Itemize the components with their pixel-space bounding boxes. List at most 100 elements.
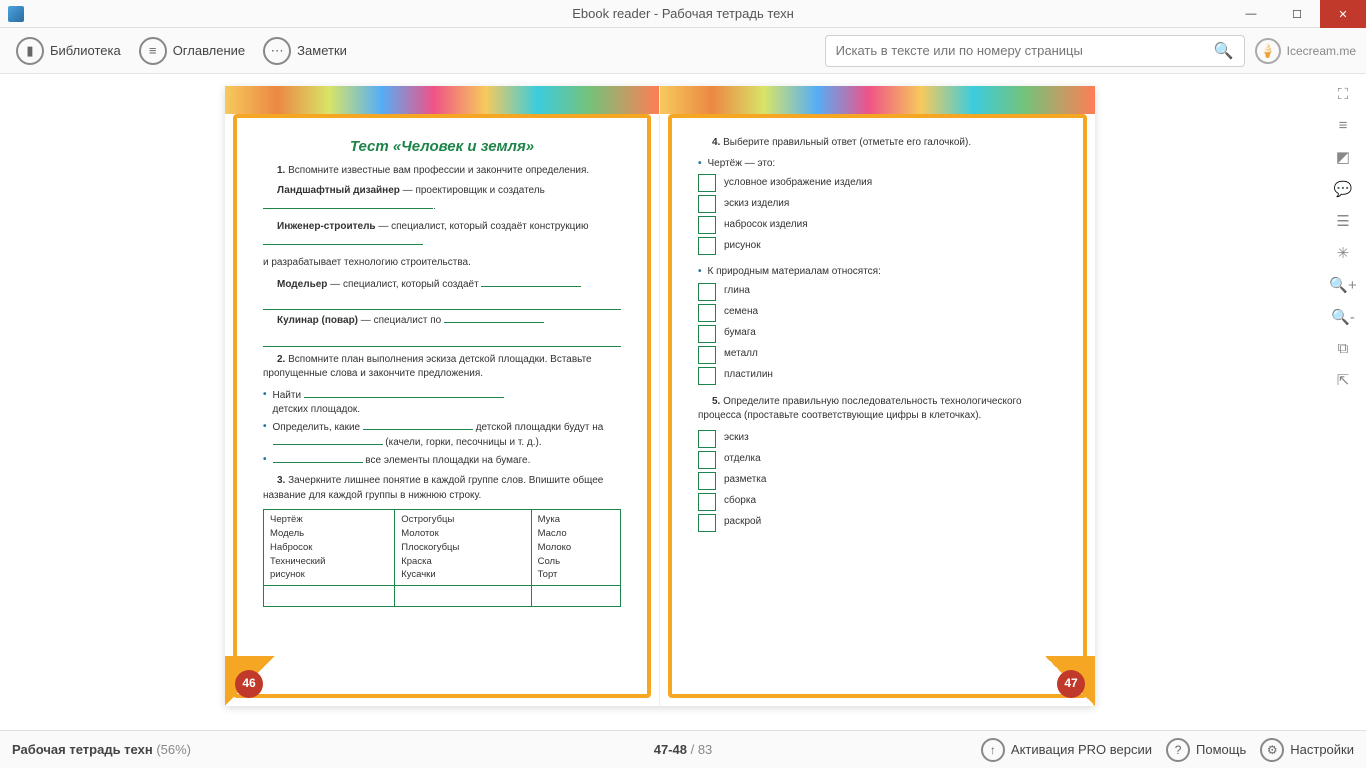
table-cell [531, 586, 620, 607]
notes-label: Заметки [297, 43, 347, 58]
lines-icon[interactable]: ☰ [1336, 212, 1349, 230]
search-box[interactable]: 🔍 [825, 35, 1245, 67]
side-toolbar: ⛶ ≡ ◩ 💬 ☰ ✳ 🔍+ 🔍- ⧉ ⇱ [1320, 74, 1366, 730]
blank-line [263, 298, 621, 310]
checkbox-row: разметка [698, 472, 1057, 490]
checkbox[interactable] [698, 493, 716, 511]
gear-icon: ⚙ [1260, 738, 1284, 762]
checkbox[interactable] [698, 216, 716, 234]
page-number-right: 47 [1057, 670, 1085, 698]
app-icon [8, 6, 24, 22]
checkbox-row: бумага [698, 325, 1057, 343]
page-left: 46 Тест «Человек и земля» 1. Вспомните и… [225, 86, 660, 706]
close-button[interactable]: ✕ [1320, 0, 1366, 28]
help-button[interactable]: ?Помощь [1166, 738, 1246, 762]
q2-bullet-2: •Определить, какие детской площадки буду… [263, 420, 621, 451]
library-button[interactable]: ▮ Библиотека [10, 33, 127, 69]
q1-a: Ландшафтный дизайнер — проектировщик и с… [263, 184, 621, 214]
checkbox-row: сборка [698, 493, 1057, 511]
checkbox-row: раскрой [698, 514, 1057, 532]
contents-label: Оглавление [173, 43, 245, 58]
checkbox[interactable] [698, 325, 716, 343]
book-icon: ▮ [16, 37, 44, 65]
q1-b2: и разрабатывает технологию строительства… [263, 256, 621, 271]
search-input[interactable] [836, 43, 1214, 58]
checkbox[interactable] [698, 346, 716, 364]
toc-icon[interactable]: ≡ [1339, 117, 1348, 134]
notes-button[interactable]: ⋯ Заметки [257, 33, 353, 69]
minimize-button[interactable]: — [1228, 0, 1274, 28]
checkbox-row: отделка [698, 451, 1057, 469]
checkbox-row: семена [698, 304, 1057, 322]
table-cell: ОстрогубцыМолотокПлоскогубцыКраскаКусачк… [395, 510, 531, 586]
checkbox[interactable] [698, 430, 716, 448]
statusbar: Рабочая тетрадь техн (56%) 47-48 / 83 ↑А… [0, 730, 1366, 768]
activation-button[interactable]: ↑Активация PRO версии [981, 738, 1152, 762]
checkbox[interactable] [698, 451, 716, 469]
q1-c: Модельер — специалист, который создаёт [263, 277, 621, 293]
settings-button[interactable]: ⚙Настройки [1260, 738, 1354, 762]
brand-link[interactable]: 🍦 Icecream.me [1255, 38, 1356, 64]
checkbox-row: набросок изделия [698, 216, 1057, 234]
table-cell [395, 586, 531, 607]
comment-icon[interactable]: 💬 [1334, 180, 1353, 198]
q1-intro: 1. Вспомните известные вам профессии и з… [263, 164, 621, 179]
checkbox[interactable] [698, 367, 716, 385]
brand-label: Icecream.me [1287, 44, 1356, 58]
checkbox[interactable] [698, 237, 716, 255]
page-decoration [225, 86, 659, 114]
q1-b: Инженер-строитель — специалист, который … [263, 220, 621, 250]
checkbox[interactable] [698, 283, 716, 301]
zoom-in-icon[interactable]: 🔍+ [1329, 276, 1356, 294]
book-title-status: Рабочая тетрадь техн (56%) [12, 742, 191, 757]
page-number-left: 46 [235, 670, 263, 698]
zoom-out-icon[interactable]: 🔍- [1331, 308, 1355, 326]
fullscreen-icon[interactable]: ⛶ [1338, 86, 1349, 103]
checkbox-row: рисунок [698, 237, 1057, 255]
bookmark-icon[interactable]: ◩ [1336, 148, 1350, 166]
book-spread: 46 Тест «Человек и земля» 1. Вспомните и… [225, 86, 1095, 706]
q2-bullet-1: •Найти детских площадок. [263, 388, 621, 418]
checkbox[interactable] [698, 514, 716, 532]
content-area: 46 Тест «Человек и земля» 1. Вспомните и… [0, 74, 1366, 730]
page-indicator: 47-48 / 83 [654, 742, 713, 757]
q5-intro: 5. Определите правильную последовательно… [698, 395, 1057, 424]
table-cell [264, 586, 395, 607]
list-icon: ≡ [139, 37, 167, 65]
blank-line [263, 335, 621, 347]
checkbox-row: эскиз [698, 430, 1057, 448]
checkbox[interactable] [698, 472, 716, 490]
maximize-button[interactable]: ☐ [1274, 0, 1320, 28]
question-icon: ? [1166, 738, 1190, 762]
table-cell: ЧертёжМодельНабросокТехническийрисунок [264, 510, 395, 586]
checkbox-row: эскиз изделия [698, 195, 1057, 213]
checkbox-row: металл [698, 346, 1057, 364]
checkbox-row: глина [698, 283, 1057, 301]
icecream-icon: 🍦 [1255, 38, 1281, 64]
chat-icon: ⋯ [263, 37, 291, 65]
checkbox-row: условное изображение изделия [698, 174, 1057, 192]
checkbox[interactable] [698, 195, 716, 213]
q3-table: ЧертёжМодельНабросокТехническийрисунок О… [263, 509, 621, 607]
table-cell: МукаМаслоМолокоСольТорт [531, 510, 620, 586]
checkbox[interactable] [698, 304, 716, 322]
checkbox[interactable] [698, 174, 716, 192]
library-label: Библиотека [50, 43, 121, 58]
up-arrow-icon: ↑ [981, 738, 1005, 762]
page-right: 47 4. Выберите правильный ответ (отметьт… [660, 86, 1095, 706]
search-icon[interactable]: 🔍 [1214, 41, 1234, 61]
toolbar: ▮ Библиотека ≡ Оглавление ⋯ Заметки 🔍 🍦 … [0, 28, 1366, 74]
q2-intro: 2. Вспомните план выполнения эскиза детс… [263, 353, 621, 382]
window-title: Ebook reader - Рабочая тетрадь техн [572, 6, 794, 21]
test-title: Тест «Человек и земля» [263, 136, 621, 158]
brightness-icon[interactable]: ✳ [1337, 244, 1350, 262]
q2-bullet-3: • все элементы площадки на бумаге. [263, 453, 621, 469]
copy-icon[interactable]: ⧉ [1338, 340, 1349, 357]
export-icon[interactable]: ⇱ [1337, 371, 1350, 389]
contents-button[interactable]: ≡ Оглавление [133, 33, 251, 69]
q4-b-head: •К природным материалам относятся: [698, 265, 1057, 280]
window-controls: — ☐ ✕ [1228, 0, 1366, 28]
titlebar: Ebook reader - Рабочая тетрадь техн — ☐ … [0, 0, 1366, 28]
q4-a-head: •Чертёж — это: [698, 157, 1057, 172]
q1-d: Кулинар (повар) — специалист по [263, 313, 621, 329]
